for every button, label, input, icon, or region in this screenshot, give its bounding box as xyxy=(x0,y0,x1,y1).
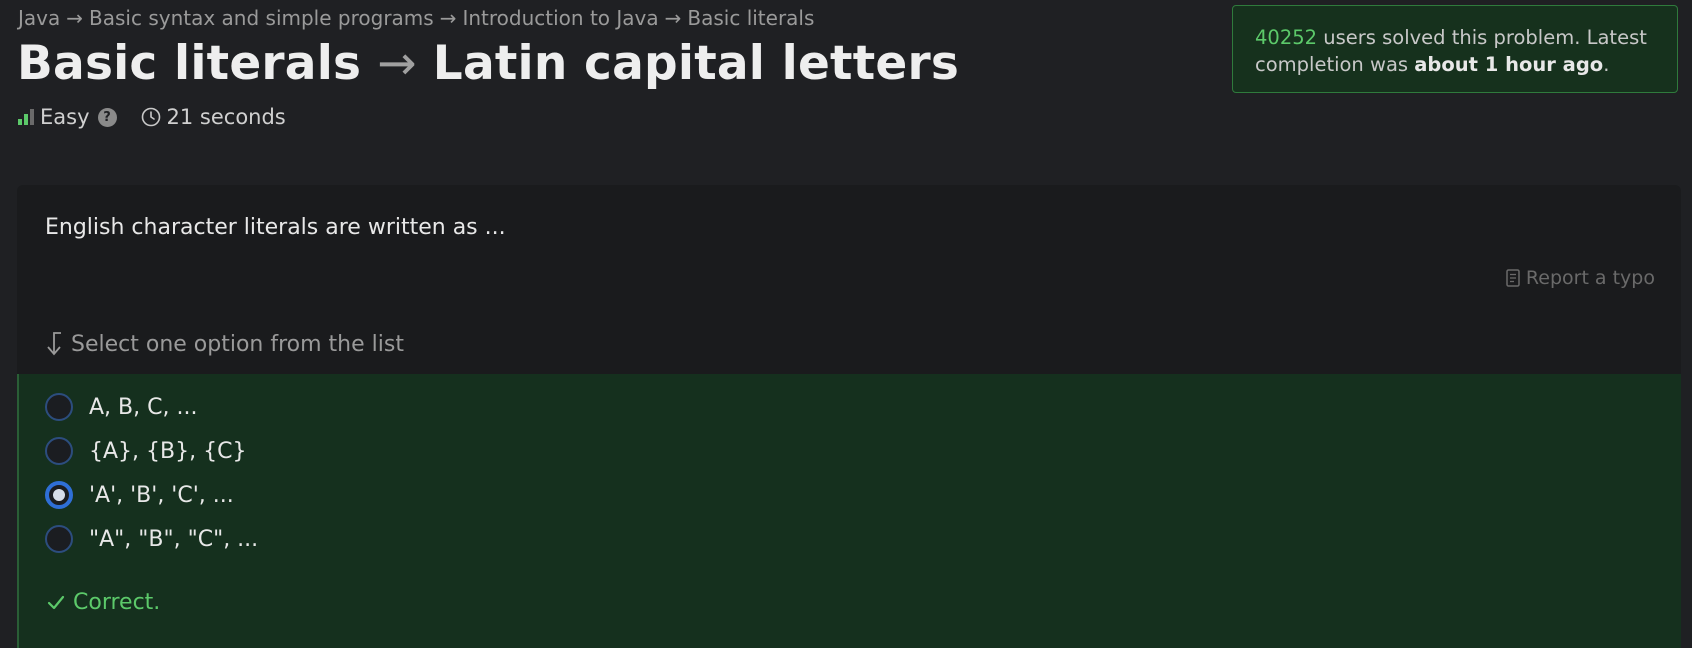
breadcrumb-separator: → xyxy=(66,6,84,30)
select-hint-label: Select one option from the list xyxy=(71,331,404,357)
solved-info-box: 40252 users solved this problem. Latest … xyxy=(1232,5,1678,93)
checkmark-icon xyxy=(47,595,65,609)
page-title: Basic literals → Latin capital letters xyxy=(17,36,959,91)
option-item[interactable]: {A}, {B}, {C} xyxy=(45,437,246,465)
report-typo-button[interactable]: Report a typo xyxy=(1506,267,1655,289)
feedback-label: Correct. xyxy=(73,590,161,615)
options-list: A, B, C, ... {A}, {B}, {C} 'A', 'B', 'C'… xyxy=(17,374,1681,648)
problem-meta: Easy ? 21 seconds xyxy=(18,105,286,129)
radio-button[interactable] xyxy=(45,393,73,421)
last-completion: about 1 hour ago xyxy=(1414,53,1604,76)
help-icon[interactable]: ? xyxy=(97,107,117,127)
breadcrumb-item-java[interactable]: Java xyxy=(18,6,60,30)
option-label: {A}, {B}, {C} xyxy=(89,438,247,464)
arrow-down-turn-icon xyxy=(47,332,61,356)
radio-button[interactable] xyxy=(45,525,73,553)
breadcrumb-item-intro-java[interactable]: Introduction to Java xyxy=(462,6,658,30)
option-label: "A", "B", "C", ... xyxy=(89,526,259,552)
difficulty-bars-icon xyxy=(18,109,34,125)
option-label: 'A', 'B', 'C', ... xyxy=(89,482,234,508)
breadcrumb: Java → Basic syntax and simple programs → In… xyxy=(18,6,814,30)
clock-icon xyxy=(141,107,161,127)
solved-end: . xyxy=(1603,53,1610,76)
title-arrow: → xyxy=(377,36,417,91)
question-text: English character literals are written a… xyxy=(45,215,506,240)
title-topic: Basic literals xyxy=(17,36,362,91)
difficulty-label: Easy xyxy=(40,105,90,129)
breadcrumb-item-basic-syntax[interactable]: Basic syntax and simple programs xyxy=(89,6,434,30)
option-label: A, B, C, ... xyxy=(89,394,198,420)
option-item[interactable]: A, B, C, ... xyxy=(45,393,197,421)
solved-count: 40252 xyxy=(1255,26,1318,49)
question-card: English character literals are written a… xyxy=(17,185,1681,648)
feedback-correct: Correct. xyxy=(47,590,160,615)
option-item-selected[interactable]: 'A', 'B', 'C', ... xyxy=(45,481,234,509)
select-hint: Select one option from the list xyxy=(43,331,404,357)
option-item[interactable]: "A", "B", "C", ... xyxy=(45,525,258,553)
time-label: 21 seconds xyxy=(166,105,286,129)
radio-button[interactable] xyxy=(45,437,73,465)
breadcrumb-separator: → xyxy=(664,6,682,30)
title-problem: Latin capital letters xyxy=(432,36,959,91)
radio-button-checked[interactable] xyxy=(45,481,73,509)
breadcrumb-item-basic-literals[interactable]: Basic literals xyxy=(687,6,814,30)
breadcrumb-separator: → xyxy=(439,6,457,30)
document-icon xyxy=(1506,269,1520,287)
report-typo-label: Report a typo xyxy=(1525,267,1655,289)
